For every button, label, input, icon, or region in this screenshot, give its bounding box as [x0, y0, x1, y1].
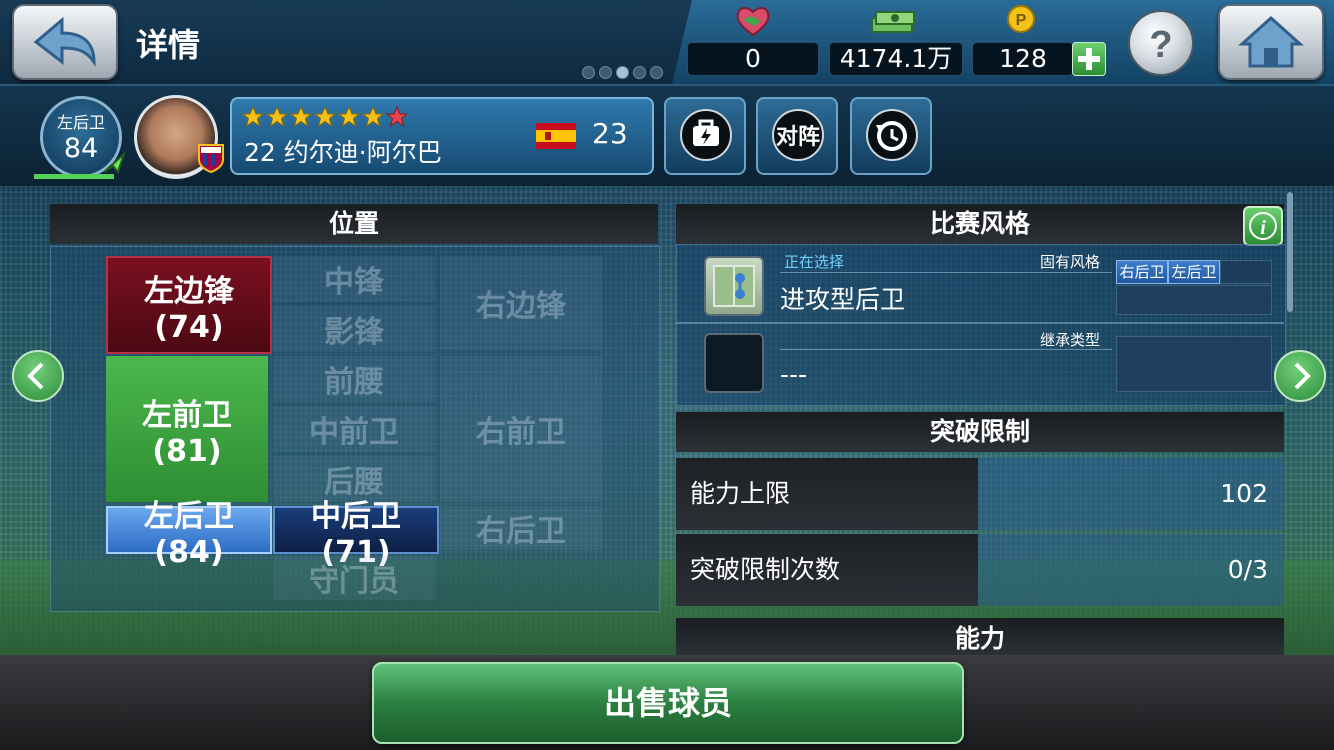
page-dot	[650, 66, 663, 79]
bag-lightning-icon	[680, 109, 732, 161]
cash-icon	[871, 11, 915, 33]
plus-icon	[1078, 48, 1100, 70]
gp-value: 4174.1万	[829, 42, 963, 76]
player-age: 23	[592, 117, 628, 150]
stat-value: 102	[978, 458, 1284, 530]
position-cmf: 中前卫	[273, 406, 435, 452]
help-button[interactable]: ?	[1128, 10, 1194, 76]
empty-tag-slot	[1116, 336, 1272, 392]
player-name: 22 约尔迪·阿尔巴	[244, 138, 442, 167]
previous-player-button[interactable]	[12, 350, 64, 402]
svg-text:i: i	[1260, 217, 1266, 239]
position-cf: 中锋	[273, 256, 435, 302]
selected-playstyle: 进攻型后卫	[780, 285, 906, 314]
info-icon: i	[1249, 212, 1277, 240]
position-rwf: 右边锋	[440, 256, 602, 350]
player-info-card: 22 约尔迪·阿尔巴 23	[230, 97, 654, 175]
inherent-tag: 左后卫	[1168, 260, 1220, 284]
clock-icon	[866, 109, 918, 161]
question-mark-icon: ?	[1149, 24, 1172, 66]
add-coins-button[interactable]	[1072, 42, 1106, 76]
back-arrow-icon	[33, 16, 96, 67]
inherent-style-label: 固有风格	[1040, 253, 1101, 271]
page-dot	[599, 66, 612, 79]
position-rb: 右后卫	[440, 506, 602, 550]
inherit-value: ---	[780, 360, 808, 389]
spain-flag-icon	[536, 123, 576, 149]
transfer-lock-button[interactable]	[664, 97, 746, 175]
page-indicator	[582, 66, 663, 79]
p-coin-icon: P	[1007, 5, 1035, 33]
scrollbar[interactable]	[1287, 192, 1293, 312]
chevron-right-icon	[1294, 362, 1311, 390]
limit-panel-title: 突破限制	[676, 412, 1284, 452]
friendship-points-value: 0	[687, 42, 819, 76]
page-title: 详情	[136, 26, 201, 64]
stat-row: 能力上限 102	[676, 458, 1284, 530]
positions-panel-title: 位置	[50, 204, 658, 244]
back-button[interactable]	[12, 4, 118, 80]
position-lwf: 左边锋 (74)	[106, 256, 272, 354]
divider	[780, 349, 1112, 350]
matchup-label: 对阵	[775, 125, 820, 150]
chevron-left-icon	[27, 362, 44, 390]
matchup-icon: 对阵	[772, 109, 824, 161]
coins-value: 128	[972, 42, 1074, 76]
ability-panel-title: 能力	[676, 618, 1284, 655]
player-position: 左后卫	[56, 113, 105, 132]
position-amf: 前腰	[273, 356, 435, 402]
stat-value: 0/3	[978, 534, 1284, 606]
divider	[780, 272, 1112, 273]
star-rating	[242, 105, 409, 128]
position-lb: 左后卫 (84)	[106, 499, 272, 570]
stat-label: 能力上限	[676, 458, 978, 530]
position-cb: 中后卫 (71)	[273, 499, 439, 570]
home-button[interactable]	[1218, 4, 1324, 80]
inherit-type-label: 继承类型	[1040, 331, 1101, 349]
attacking-fullback-icon[interactable]	[704, 256, 764, 316]
empty-tag-slot	[1220, 260, 1272, 284]
divider	[676, 322, 1284, 324]
page-dot	[582, 66, 595, 79]
page-dot	[633, 66, 646, 79]
inherit-slot	[704, 333, 764, 393]
svg-text:?: ?	[1149, 24, 1172, 66]
condition-arrow-icon	[103, 150, 127, 175]
sell-player-button[interactable]: 出售球员	[372, 662, 964, 744]
stat-row: 突破限制次数 0/3	[676, 534, 1284, 606]
playstyle-info-button[interactable]: i	[1243, 206, 1283, 246]
handshake-icon	[736, 7, 770, 37]
position-rmf: 右前卫	[440, 356, 602, 502]
playstyle-panel-title: 比赛风格	[676, 204, 1284, 244]
next-player-button[interactable]	[1274, 350, 1326, 402]
svg-text:P: P	[1016, 12, 1027, 29]
history-button[interactable]	[850, 97, 932, 175]
position-lmf: 左前卫 (81)	[106, 356, 268, 502]
empty-tag-slot	[1116, 285, 1272, 315]
matchup-button[interactable]: 对阵	[756, 97, 838, 175]
barcelona-badge-icon	[198, 144, 224, 174]
selecting-label: 正在选择	[784, 253, 845, 271]
page-dot-active	[616, 66, 629, 79]
inherent-tag: 右后卫	[1116, 260, 1168, 284]
home-icon	[1238, 15, 1304, 68]
condition-bar	[34, 174, 114, 179]
position-ss: 影锋	[273, 306, 435, 352]
stat-label: 突破限制次数	[676, 534, 978, 606]
position-gk: 守门员	[273, 556, 435, 600]
